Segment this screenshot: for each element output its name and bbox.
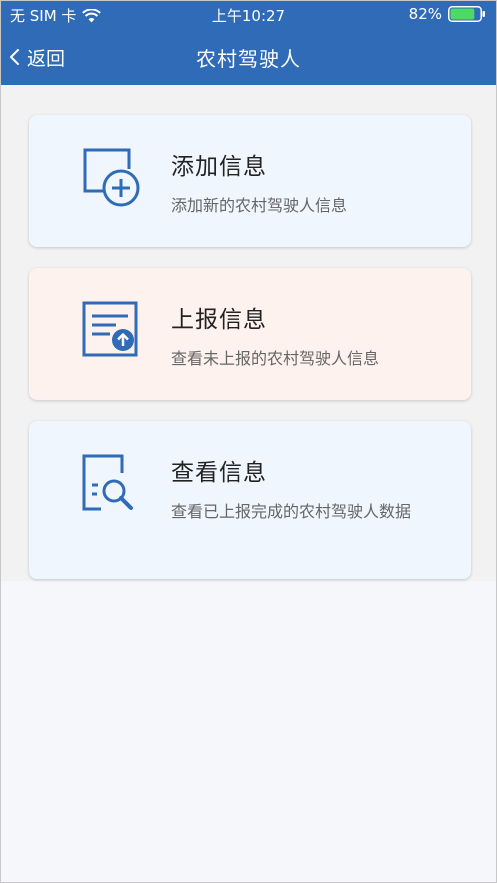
report-info-card[interactable]: 上报信息 查看未上报的农村驾驶人信息 <box>29 268 471 400</box>
battery-icon <box>448 6 485 22</box>
document-upload-icon <box>82 301 138 357</box>
card-description: 查看已上报完成的农村驾驶人数据 <box>171 502 412 521</box>
add-info-card[interactable]: 添加信息 添加新的农村驾驶人信息 <box>29 115 471 247</box>
page-title: 农村驾驶人 <box>196 47 301 71</box>
battery-percent: 82% <box>408 5 442 23</box>
document-search-icon <box>82 454 133 511</box>
view-info-card[interactable]: 查看信息 查看已上报完成的农村驾驶人数据 <box>29 421 471 579</box>
card-title: 上报信息 <box>171 307 267 333</box>
document-add-icon <box>83 148 140 207</box>
menu-content: 添加信息 添加新的农村驾驶人信息 上报信息 查看未上报的农村驾驶人信息 查看信息… <box>1 85 496 581</box>
nav-bar: 返回 农村驾驶人 <box>1 29 496 85</box>
card-description: 添加新的农村驾驶人信息 <box>171 196 348 215</box>
app-header: 无 SIM 卡 上午10:27 82% 返回 农村驾驶人 <box>1 1 496 85</box>
card-title: 添加信息 <box>171 154 267 180</box>
status-right: 82% <box>409 5 486 23</box>
app-screen: 无 SIM 卡 上午10:27 82% 返回 农村驾驶人 添加信息 添加新的农村… <box>0 0 497 883</box>
card-description: 查看未上报的农村驾驶人信息 <box>171 349 380 368</box>
status-bar: 无 SIM 卡 上午10:27 82% <box>1 1 496 29</box>
card-title: 查看信息 <box>171 460 267 486</box>
battery-fill <box>450 8 475 20</box>
